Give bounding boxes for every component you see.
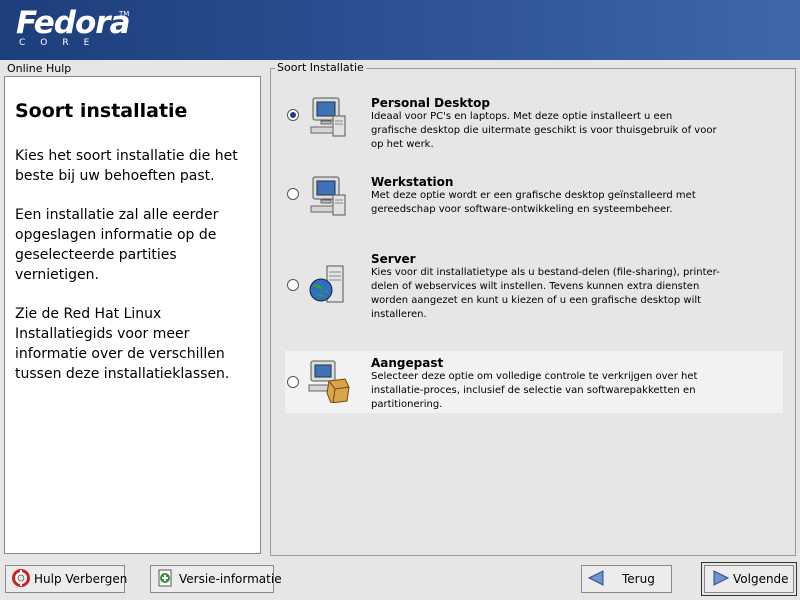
installation-type-caption: Soort Installatie bbox=[275, 61, 366, 74]
radio-personal-desktop[interactable] bbox=[287, 109, 299, 121]
logo-wordmark: Fedora bbox=[16, 5, 130, 41]
arrow-left-icon bbox=[587, 569, 606, 589]
option-title: Aangepast bbox=[371, 356, 444, 370]
option-description: Selecteer deze optie om volledige contro… bbox=[371, 371, 698, 410]
fedora-logo: Fedora TM CORE bbox=[16, 6, 130, 48]
option-aangepast[interactable]: Aangepast Selecteer deze optie om volled… bbox=[285, 351, 783, 413]
option-description: Met deze optie wordt er een grafische de… bbox=[371, 190, 696, 215]
radio-werkstation[interactable] bbox=[287, 188, 299, 200]
back-label: Terug bbox=[622, 572, 655, 586]
option-description: Kies voor dit installatietype als u best… bbox=[371, 267, 720, 320]
help-title: Soort installatie bbox=[15, 100, 188, 122]
help-pane-caption: Online Hulp bbox=[7, 62, 72, 75]
help-pane: Soort installatie Kies het soort install… bbox=[4, 76, 261, 554]
option-title: Server bbox=[371, 252, 416, 266]
option-personal-desktop[interactable]: Personal Desktop Ideaal voor PC's en lap… bbox=[285, 92, 783, 150]
help-paragraph: Kies het soort installatie die het beste… bbox=[15, 148, 238, 184]
help-paragraph: Een installatie zal alle eerder opgeslag… bbox=[15, 207, 219, 283]
arrow-right-icon bbox=[711, 569, 730, 589]
option-server[interactable]: Server Kies voor dit installatietype als… bbox=[285, 250, 783, 324]
option-title: Personal Desktop bbox=[371, 96, 490, 110]
back-button[interactable]: Terug bbox=[581, 565, 672, 593]
workstation-computer-icon bbox=[307, 173, 351, 221]
desktop-computer-icon bbox=[307, 94, 351, 142]
option-werkstation[interactable]: Werkstation Met deze optie wordt er een … bbox=[285, 171, 783, 221]
release-notes-icon bbox=[157, 569, 175, 590]
option-description: Ideaal voor PC's en laptops. Met deze op… bbox=[371, 111, 717, 150]
next-button[interactable]: Volgende bbox=[701, 562, 797, 596]
next-label: Volgende bbox=[733, 572, 789, 586]
hide-help-label: Hulp Verbergen bbox=[34, 572, 128, 586]
logo-trademark: TM bbox=[119, 10, 130, 18]
release-notes-button[interactable]: Versie-informatie bbox=[150, 565, 282, 593]
top-banner: Fedora TM CORE bbox=[0, 0, 800, 60]
option-title: Werkstation bbox=[371, 175, 454, 189]
radio-server[interactable] bbox=[287, 279, 299, 291]
radio-aangepast[interactable] bbox=[287, 376, 299, 388]
release-notes-label: Versie-informatie bbox=[179, 572, 282, 586]
hide-help-button[interactable]: Hulp Verbergen bbox=[5, 565, 128, 593]
help-paragraph: Zie de Red Hat Linux Installatiegids voo… bbox=[15, 306, 230, 382]
custom-package-icon bbox=[307, 359, 351, 407]
lifebuoy-icon bbox=[12, 568, 30, 590]
server-globe-icon bbox=[307, 262, 351, 310]
